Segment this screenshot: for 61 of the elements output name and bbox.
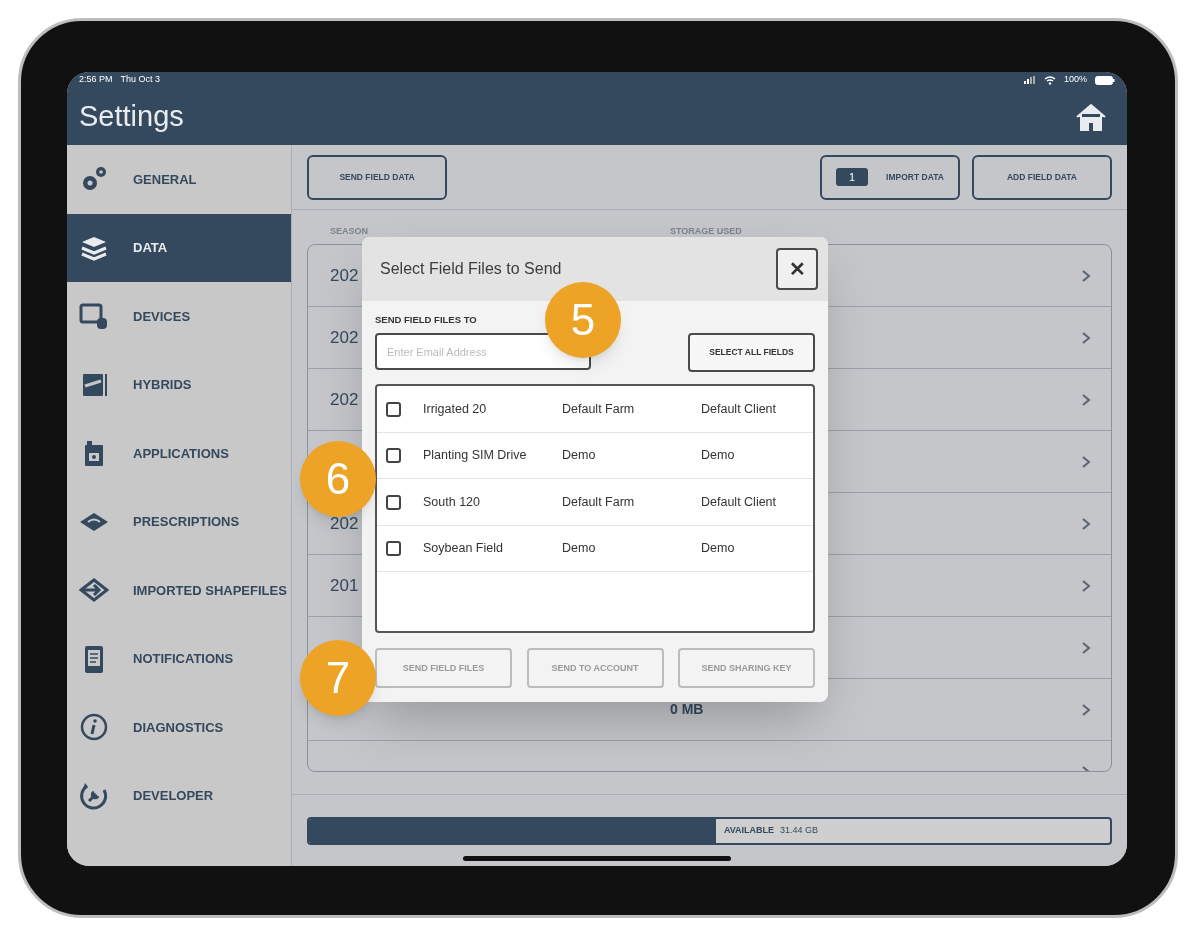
sidebar-item[interactable]: DEVELOPER (67, 761, 291, 830)
signal-icon (1023, 76, 1036, 84)
farm-name: Demo (562, 447, 597, 465)
column-header: SEASON (330, 225, 369, 238)
file-name: Irrigated 20 (423, 400, 488, 418)
home-button[interactable] (1075, 101, 1107, 132)
checkbox[interactable] (386, 401, 401, 417)
dialog-title: Select Field Files to Send (380, 259, 563, 279)
chevron-right-icon (1081, 392, 1091, 407)
season-year: 201 (330, 575, 359, 595)
checkbox[interactable] (386, 494, 401, 510)
farm-name: Default Farm (562, 400, 636, 418)
status-date: Thu Oct 3 (120, 73, 161, 87)
season-year: 202 (330, 389, 359, 409)
sidebar-item[interactable]: APPLICATIONS (67, 419, 291, 488)
sidebar-item[interactable]: HYBRIDS (67, 350, 291, 419)
sidebar-item[interactable]: IMPORTED SHAPEFILES (67, 556, 291, 625)
storage-used: 0 MB (670, 700, 705, 719)
sidebar-item[interactable]: PRESCRIPTIONS (67, 487, 291, 556)
page-title: Settings (79, 98, 184, 134)
available-value: 31.44 GB (780, 823, 819, 837)
checkbox[interactable] (386, 541, 401, 556)
select-all-button[interactable]: SELECT ALL FIELDS (688, 333, 815, 373)
season-year: 202 (330, 265, 359, 285)
chevron-right-icon (1081, 516, 1091, 531)
file-name: South 120 (423, 493, 481, 511)
client-name: Demo (701, 540, 735, 558)
close-button[interactable]: ✕ (776, 248, 818, 290)
chevron-right-icon (1081, 640, 1091, 655)
column-header: STORAGE USED (670, 225, 742, 238)
chevron-right-icon (1081, 454, 1091, 469)
client-name: Default Client (701, 493, 777, 511)
farm-name: Default Farm (562, 493, 636, 511)
sidebar-item[interactable]: GENERAL (67, 145, 291, 214)
battery-icon (1095, 75, 1115, 85)
checkbox[interactable] (386, 448, 401, 463)
file-name: Soybean Field (423, 540, 504, 558)
chevron-right-icon (1081, 330, 1091, 345)
add-field-data-button[interactable]: ADD FIELD DATA (972, 154, 1112, 200)
import-data-button[interactable]: 1 IMPORT DATA (820, 154, 960, 200)
count-badge: 1 (836, 168, 869, 186)
client-name: Default Client (701, 400, 777, 418)
battery-percent: 100% (1063, 73, 1087, 87)
sidebar-item[interactable]: DATA (67, 213, 291, 282)
sidebar-item[interactable]: DIAGNOSTICS (67, 693, 291, 762)
chevron-right-icon (1081, 268, 1091, 283)
sidebar-item[interactable]: DEVICES (67, 282, 291, 351)
send-field-data-button[interactable]: SEND FIELD DATA (307, 154, 447, 200)
chevron-right-icon (1081, 702, 1091, 717)
sidebar-item[interactable]: NOTIFICATIONS (67, 624, 291, 693)
devices-icon (79, 301, 109, 332)
file-name: Planting SIM Drive (423, 447, 528, 465)
available-label: AVAILABLE (723, 823, 775, 837)
farm-name: Demo (562, 540, 597, 558)
field-label: SEND FIELD FILES TO (375, 313, 478, 327)
chevron-right-icon (1081, 578, 1091, 593)
wifi-icon (1043, 75, 1056, 85)
info-icon (79, 712, 109, 743)
status-time: 2:56 PM (79, 73, 113, 87)
client-name: Demo (701, 447, 735, 465)
season-year: 202 (330, 327, 359, 347)
